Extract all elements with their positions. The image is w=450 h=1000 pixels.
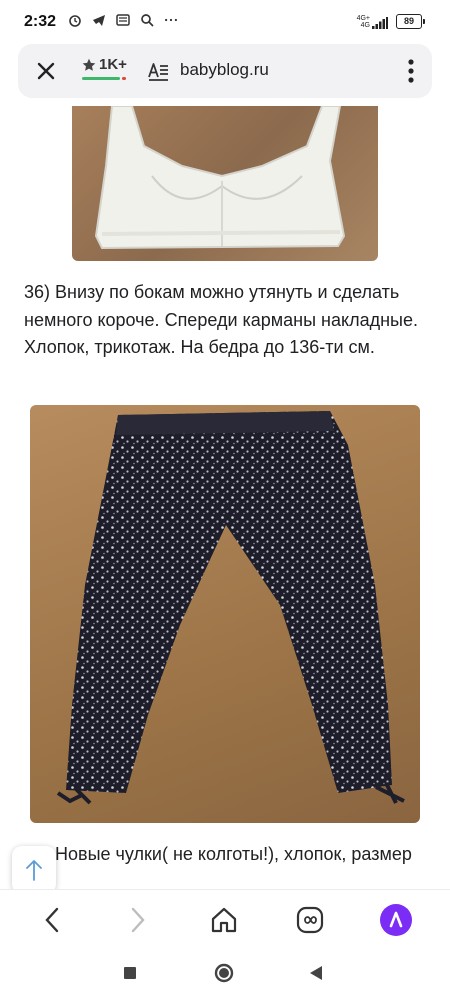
search-icon [141,14,154,27]
reader-mode-icon[interactable] [146,59,170,83]
network-type-bottom: 4G [360,21,370,29]
home-circle-icon [214,963,234,983]
item-36-description: 36) Внизу по бокам можно утянуть и сдела… [24,282,418,357]
pants-photo[interactable] [30,405,420,823]
back-triangle-icon [310,966,322,980]
system-back-button[interactable] [306,963,326,983]
status-bar: 2:32 4G+ 4G 89 [0,0,450,44]
home-icon [211,907,237,933]
rating-bar [82,77,126,80]
bra-photo[interactable] [72,106,378,261]
alice-assistant-icon [380,904,412,936]
arrow-up-icon [26,860,42,881]
network-type-top: 4G+ [356,14,370,22]
status-right: 4G+ 4G 89 [357,14,425,29]
back-button[interactable] [34,902,70,938]
item-37-description: 37) Новые чулки( не колготы!), хлопок, р… [24,844,412,889]
alice-assistant-button[interactable] [378,902,414,938]
signal-icon [372,16,388,29]
star-icon [82,58,96,71]
forward-icon [131,907,145,933]
system-nav-bar [0,949,450,1000]
news-icon [116,14,130,26]
site-rating[interactable]: 1K+ [82,56,130,80]
recents-icon [124,967,136,979]
rating-value: 1K+ [99,56,127,73]
close-icon[interactable] [34,59,58,83]
tabs-button[interactable] [292,902,328,938]
page-content: 36) Внизу по бокам можно утянуть и сдела… [0,106,450,889]
telegram-icon [93,15,105,26]
pants-illustration [56,411,405,805]
tabs-icon [296,906,324,934]
system-home-button[interactable] [214,963,234,983]
bra-illustration [94,106,346,250]
alarm-icon [69,15,81,27]
home-button[interactable] [206,902,242,938]
scroll-to-top-button[interactable] [12,846,56,889]
more-dots-icon [164,18,178,22]
back-icon [45,907,59,933]
url-field[interactable]: babyblog.ru [180,60,269,80]
browser-bottom-nav [0,889,450,950]
recents-button[interactable] [120,963,140,983]
notification-icons [68,13,178,27]
browser-toolbar: 1K+ babyblog.ru [18,44,432,98]
battery-indicator: 89 [396,14,425,29]
status-time: 2:32 [24,13,57,30]
menu-icon[interactable] [406,56,416,86]
forward-button[interactable] [120,902,156,938]
network-indicator: 4G+ 4G [357,15,388,29]
